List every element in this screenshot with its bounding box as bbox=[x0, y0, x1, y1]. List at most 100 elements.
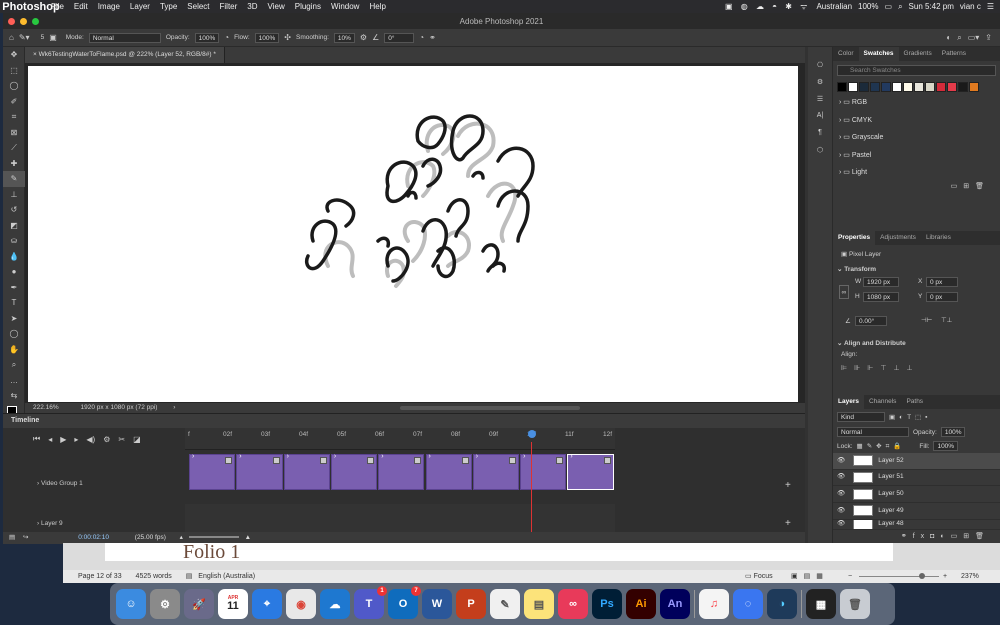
3d-icon[interactable]: ⬡ bbox=[808, 146, 832, 163]
align-right-icon[interactable]: ⊩ bbox=[867, 365, 880, 372]
history-icon[interactable]: ⎔ bbox=[808, 61, 832, 78]
system-preferences-icon[interactable]: ⚙ bbox=[150, 589, 180, 619]
textedit-icon[interactable]: ✎ bbox=[490, 589, 520, 619]
finder-icon[interactable]: ☺ bbox=[116, 589, 146, 619]
notes-icon[interactable]: ▤ bbox=[524, 589, 554, 619]
layer-row[interactable]: 👁 Layer 49 bbox=[833, 503, 1000, 520]
animate-icon[interactable]: An bbox=[660, 589, 690, 619]
signal-icon[interactable]: ◌ bbox=[733, 589, 763, 619]
pressure-opacity-icon[interactable]: ◔ bbox=[224, 33, 229, 42]
tab-color[interactable]: Color bbox=[833, 47, 859, 61]
status-icons[interactable]: ▣ ◍ ☁ ◓ ✱ ᯤ bbox=[725, 1, 811, 12]
swatch-folder-grayscale[interactable]: › ▭ Grayscale bbox=[833, 129, 1000, 147]
frame-rate[interactable]: (25.00 fps) bbox=[135, 534, 166, 541]
clock[interactable]: Sun 5:42 pm bbox=[909, 2, 954, 11]
video-clip[interactable] bbox=[189, 453, 236, 490]
recent-window-icon[interactable]: ▦ bbox=[806, 589, 836, 619]
blur-tool-icon[interactable]: 💧 bbox=[3, 249, 25, 265]
brush-tool-icon[interactable]: ✎ bbox=[3, 171, 25, 187]
launchpad-icon[interactable]: 🚀 bbox=[184, 589, 214, 619]
zoom-minus[interactable]: − bbox=[848, 570, 852, 583]
word-icon[interactable]: W bbox=[422, 589, 452, 619]
smoothing-gear-icon[interactable]: ⚙ bbox=[360, 33, 367, 42]
word-zoom-slider[interactable] bbox=[859, 576, 939, 577]
horizontal-scrollbar[interactable] bbox=[400, 406, 580, 410]
convert-frame-icon[interactable]: ▤ bbox=[9, 534, 15, 541]
blend-mode-select[interactable]: Normal bbox=[837, 427, 909, 437]
delete-layer-icon[interactable]: 🗑 bbox=[975, 533, 990, 540]
color-swatch[interactable] bbox=[892, 82, 902, 92]
swatch-search-input[interactable]: Search Swatches bbox=[837, 65, 996, 76]
calendar-icon[interactable]: APR 11 bbox=[218, 589, 248, 619]
angle-input[interactable]: 0° bbox=[384, 32, 415, 43]
paragraph-icon[interactable]: ¶ bbox=[808, 129, 832, 146]
menu-select[interactable]: Select bbox=[182, 2, 214, 11]
y-input[interactable]: 0 px bbox=[926, 292, 958, 302]
layer-opacity-input[interactable]: 100% bbox=[940, 427, 966, 437]
symmetry-icon[interactable]: ⚭ bbox=[429, 33, 436, 42]
creative-cloud-icon[interactable]: ∞ bbox=[558, 589, 588, 619]
time-ruler[interactable]: f 02f 03f 04f 05f 06f 07f 08f 09f 10f 11… bbox=[185, 428, 615, 450]
battery-percent[interactable]: 100% bbox=[858, 2, 878, 11]
menu-view[interactable]: View bbox=[263, 2, 290, 11]
tab-gradients[interactable]: Gradients bbox=[899, 47, 937, 61]
visibility-eye-icon[interactable]: 👁 bbox=[837, 486, 845, 503]
trash-icon[interactable]: 🗑 bbox=[975, 183, 990, 190]
align-middle-icon[interactable]: ⊥ bbox=[893, 365, 906, 372]
layer-row[interactable]: 👁 Layer 52 bbox=[833, 453, 1000, 470]
share-icon[interactable]: ◐ bbox=[946, 33, 951, 43]
video-clip[interactable] bbox=[567, 453, 614, 490]
path-select-tool-icon[interactable]: ➤ bbox=[3, 311, 25, 327]
trash-icon[interactable]: 🗑 bbox=[840, 589, 870, 619]
marquee-tool-icon[interactable]: ⬚ bbox=[3, 63, 25, 79]
pressure-size-icon[interactable]: ◔ bbox=[419, 33, 424, 42]
frame-tool-icon[interactable]: ⊠ bbox=[3, 125, 25, 141]
flip-vertical-icon[interactable]: ⊤⊥ bbox=[941, 316, 952, 324]
swatch-folder-rgb[interactable]: › ▭ RGB bbox=[833, 94, 1000, 112]
rotation-input[interactable]: 0.00° bbox=[855, 316, 887, 326]
video-clip[interactable] bbox=[283, 453, 330, 490]
visibility-eye-icon[interactable]: 👁 bbox=[837, 469, 845, 486]
document-canvas[interactable] bbox=[28, 66, 798, 402]
color-swatch[interactable] bbox=[903, 82, 913, 92]
timeline-zoom-slider[interactable] bbox=[188, 536, 239, 539]
flow-input[interactable]: 100% bbox=[254, 32, 280, 43]
menu-image[interactable]: Image bbox=[93, 2, 125, 11]
eraser-tool-icon[interactable]: ◩ bbox=[3, 218, 25, 234]
onedrive-icon[interactable]: ☁ bbox=[320, 589, 350, 619]
history-brush-tool-icon[interactable]: ↺ bbox=[3, 202, 25, 218]
battery-icon[interactable]: ▭ bbox=[885, 2, 893, 11]
menu-window[interactable]: Window bbox=[326, 2, 364, 11]
color-swatch[interactable] bbox=[958, 82, 968, 92]
user-name[interactable]: vian c bbox=[960, 2, 981, 11]
align-top-icon[interactable]: ⊤ bbox=[880, 365, 893, 372]
swatch-folder-cmyk[interactable]: › ▭ CMYK bbox=[833, 112, 1000, 130]
zoom-tool-icon[interactable]: ⌕ bbox=[3, 357, 25, 373]
word-heading[interactable]: Folio 1 bbox=[183, 541, 240, 564]
input-language[interactable]: Australian bbox=[816, 2, 852, 11]
airbrush-icon[interactable]: ✣ bbox=[284, 33, 291, 42]
color-swatch[interactable] bbox=[837, 82, 847, 92]
dodge-tool-icon[interactable]: ● bbox=[3, 264, 25, 280]
tab-paths[interactable]: Paths bbox=[901, 395, 928, 409]
home-icon[interactable]: ⌂ bbox=[9, 33, 14, 42]
menu-edit[interactable]: Edit bbox=[69, 2, 93, 11]
page-count[interactable]: Page 12 of 33 bbox=[78, 573, 122, 580]
timecode[interactable]: 0:00:02:10 bbox=[78, 534, 109, 541]
stamp-tool-icon[interactable]: ⊥ bbox=[3, 187, 25, 203]
move-tool-icon[interactable]: ✥ bbox=[3, 47, 25, 63]
filter-icons[interactable]: ▣◐T⬚▪ bbox=[889, 413, 931, 421]
focus-button[interactable]: ▭ Focus bbox=[745, 570, 773, 583]
workspace-icon[interactable]: ▭▾ bbox=[968, 33, 980, 43]
color-swatch[interactable] bbox=[947, 82, 957, 92]
swatch-folder-pastel[interactable]: › ▭ Pastel bbox=[833, 147, 1000, 165]
tab-layers[interactable]: Layers bbox=[833, 395, 864, 409]
menu-type[interactable]: Type bbox=[155, 2, 182, 11]
teams-icon[interactable]: T1 bbox=[354, 586, 387, 619]
search-ps-icon[interactable]: ⌕ bbox=[957, 33, 961, 43]
status-chevron-icon[interactable]: › bbox=[173, 404, 175, 411]
opacity-input[interactable]: 100% bbox=[194, 32, 220, 43]
safari-icon[interactable]: ⌖ bbox=[252, 589, 282, 619]
video-clip[interactable] bbox=[378, 453, 425, 490]
photoshop-icon[interactable]: Ps bbox=[592, 589, 622, 619]
